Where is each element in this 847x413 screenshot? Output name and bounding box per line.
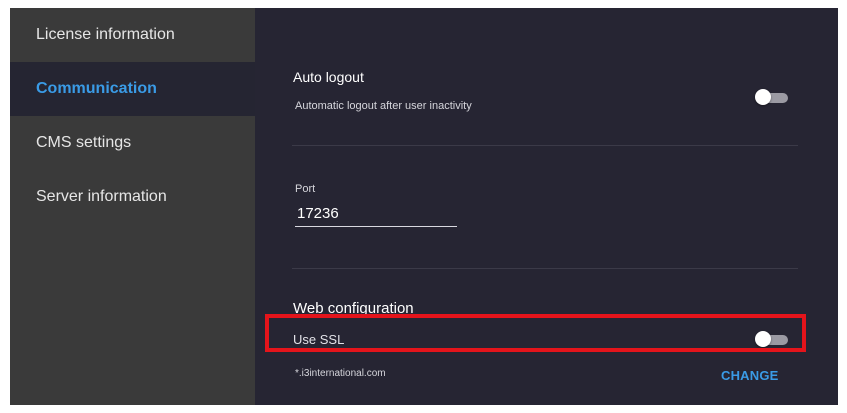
toggle-thumb bbox=[755, 331, 771, 347]
divider bbox=[292, 145, 798, 146]
sidebar: License information Communication CMS se… bbox=[10, 8, 255, 405]
divider bbox=[292, 268, 798, 269]
sidebar-item-label: Communication bbox=[36, 80, 157, 97]
use-ssl-label: Use SSL bbox=[293, 332, 345, 347]
change-button[interactable]: CHANGE bbox=[721, 368, 779, 383]
sidebar-item-label: CMS settings bbox=[36, 134, 132, 151]
ssl-domain-text: *.i3international.com bbox=[295, 368, 386, 379]
auto-logout-toggle[interactable] bbox=[755, 89, 789, 105]
use-ssl-toggle[interactable] bbox=[755, 331, 789, 347]
sidebar-item-label: License information bbox=[36, 26, 175, 43]
sidebar-item-label: Server information bbox=[36, 188, 167, 205]
toggle-thumb bbox=[755, 89, 771, 105]
sidebar-item-cms-settings[interactable]: CMS settings bbox=[10, 116, 255, 170]
sidebar-item-server-information[interactable]: Server information bbox=[10, 170, 255, 224]
auto-logout-description: Automatic logout after user inactivity bbox=[295, 100, 472, 112]
settings-window: License information Communication CMS se… bbox=[10, 8, 838, 405]
auto-logout-title: Auto logout bbox=[293, 69, 364, 85]
port-label: Port bbox=[295, 183, 316, 195]
sidebar-item-communication[interactable]: Communication bbox=[10, 62, 255, 116]
web-configuration-title: Web configuration bbox=[293, 300, 414, 317]
sidebar-item-license-information[interactable]: License information bbox=[10, 8, 255, 62]
port-input[interactable] bbox=[295, 202, 457, 227]
communication-settings-panel: Auto logout Automatic logout after user … bbox=[255, 8, 838, 405]
